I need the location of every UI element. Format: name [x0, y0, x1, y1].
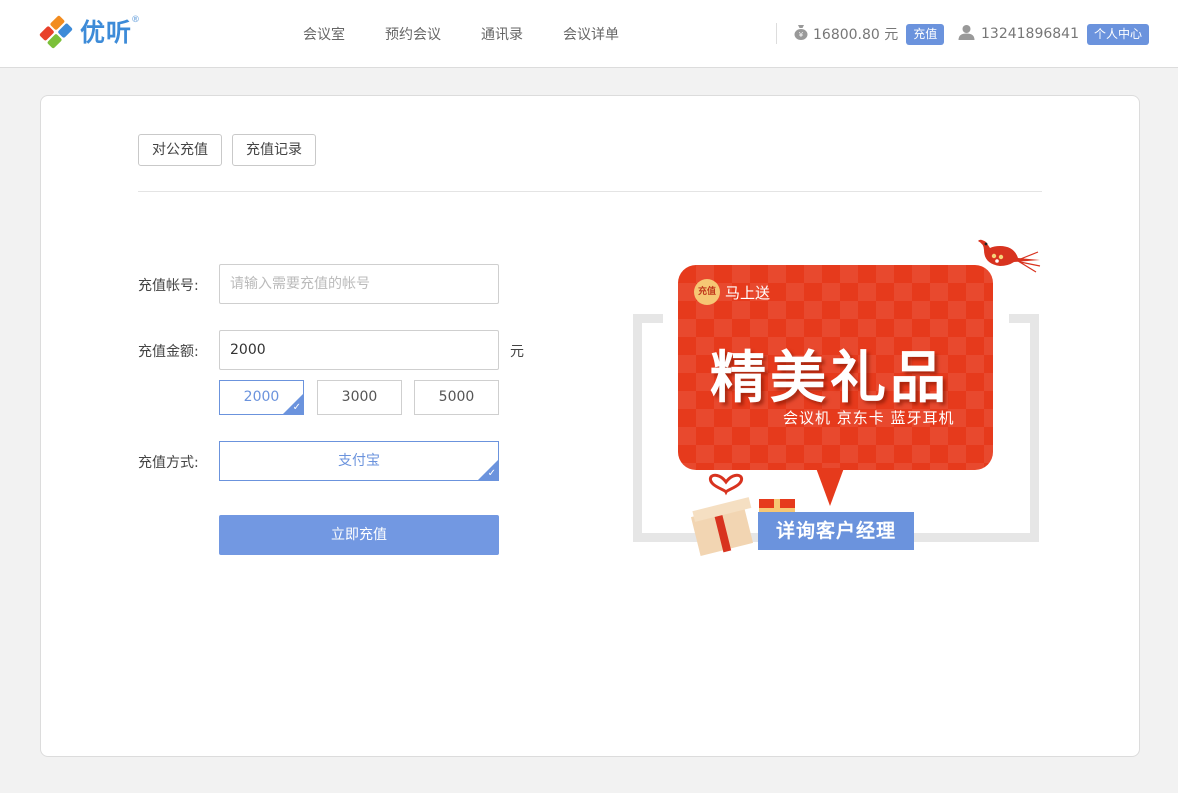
header-divider	[776, 23, 777, 44]
balance-amount: 16800.80 元	[813, 27, 899, 43]
logo-text: 优听 ®	[80, 15, 142, 47]
nav-meeting-room[interactable]: 会议室	[303, 24, 345, 44]
top-header: 优听 ® 会议室 预约会议 通讯录 会议详单 ¥ 16800.80 元 充值 1…	[0, 0, 1178, 68]
promo-tag-text: 马上送	[725, 283, 771, 302]
amount-unit: 元	[510, 344, 524, 360]
tab-divider	[138, 191, 1042, 192]
submit-recharge-button[interactable]: 立即充值	[219, 515, 499, 555]
nav-contacts[interactable]: 通讯录	[481, 24, 523, 44]
user-phone: 13241896841	[981, 26, 1079, 42]
user-icon	[958, 24, 975, 44]
contact-manager-button[interactable]: 详询客户经理	[758, 512, 914, 550]
account-input[interactable]	[219, 264, 499, 304]
promo-banner[interactable]: 充值 马上送 精美礼品 会议机 京东卡 蓝牙耳机 详询客户经理	[631, 236, 1046, 566]
promo-tag: 充值 马上送	[694, 279, 770, 305]
preset-amount-5000[interactable]: 5000	[414, 380, 499, 415]
tab-recharge-records[interactable]: 充值记录	[232, 134, 316, 166]
preset-amount-3000[interactable]: 3000	[317, 380, 402, 415]
balance-area: ¥ 16800.80 元 充值	[794, 23, 945, 45]
registered-mark: ®	[131, 15, 142, 25]
promo-items: 会议机 京东卡 蓝牙耳机	[783, 409, 955, 427]
preset-amount-label: 2000	[243, 389, 280, 405]
preset-amount-label: 3000	[341, 389, 378, 405]
promo-headline: 精美礼品	[710, 346, 950, 411]
tab-corporate-recharge[interactable]: 对公充值	[138, 134, 222, 166]
nav-schedule-meeting[interactable]: 预约会议	[385, 24, 441, 44]
gift-box-icon	[690, 468, 761, 564]
preset-amount-2000[interactable]: 2000 ✓	[219, 380, 304, 415]
amount-label: 充值金额:	[138, 344, 199, 360]
main-nav: 会议室 预约会议 通讯录 会议详单	[303, 24, 659, 44]
main-card: 对公充值 充值记录 充值帐号: 充值金额: 元 2000 ✓ 3000 5000…	[40, 95, 1140, 757]
check-icon: ✓	[487, 468, 496, 479]
user-area: 13241896841 个人中心	[958, 23, 1149, 45]
svg-text:¥: ¥	[799, 31, 804, 39]
nav-meeting-details[interactable]: 会议详单	[563, 24, 619, 44]
money-bag-icon: ¥	[794, 24, 808, 44]
logo[interactable]: 优听 ®	[38, 14, 142, 50]
check-icon: ✓	[292, 402, 301, 413]
payment-method-alipay[interactable]: 支付宝 ✓	[219, 441, 499, 481]
payment-method-text: 支付宝	[338, 453, 380, 469]
amount-input[interactable]	[219, 330, 499, 370]
account-label: 充值帐号:	[138, 278, 199, 294]
bubble-tail	[816, 468, 844, 506]
preset-amount-label: 5000	[438, 389, 475, 405]
logo-icon	[38, 14, 74, 50]
frame-left	[633, 314, 663, 542]
payment-method-label: 充值方式:	[138, 455, 199, 471]
bird-icon	[974, 236, 1044, 285]
tab-bar: 对公充值 充值记录	[138, 134, 326, 166]
profile-center-button[interactable]: 个人中心	[1086, 23, 1149, 45]
promo-badge: 充值	[694, 279, 720, 305]
promo-bubble: 充值 马上送 精美礼品 会议机 京东卡 蓝牙耳机	[678, 265, 993, 470]
recharge-button[interactable]: 充值	[906, 23, 945, 45]
frame-right	[1009, 314, 1039, 542]
